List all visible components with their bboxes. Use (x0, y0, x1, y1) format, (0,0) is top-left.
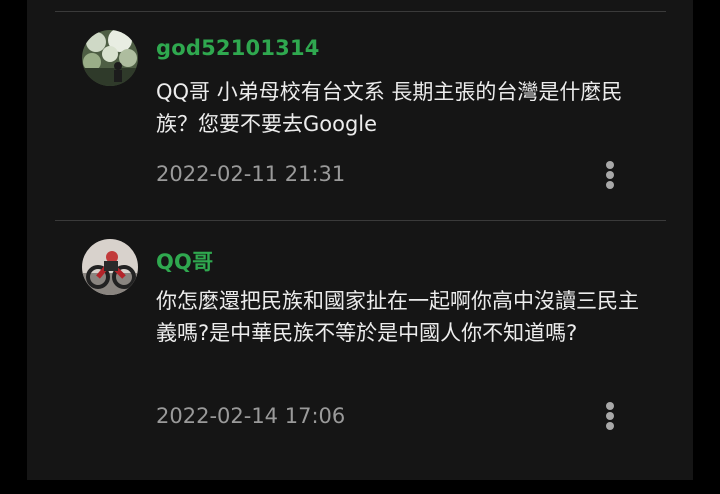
comment-timestamp: 2022-02-14 17:06 (156, 404, 346, 428)
comment-text: QQ哥 小弟母校有台文系 長期主張的台灣是什麼民族？您要不要去Google (156, 80, 623, 136)
username[interactable]: god52101314 (156, 36, 320, 60)
avatar[interactable] (82, 239, 138, 295)
divider (55, 11, 666, 12)
avatar[interactable] (82, 30, 138, 86)
username[interactable]: QQ哥 (156, 246, 213, 276)
divider (55, 220, 666, 221)
comment-text: 你怎麼還把民族和國家扯在一起啊你高中沒讀三民主義嗎?是中華民族不等於是中國人你不… (156, 289, 639, 345)
more-vertical-icon[interactable] (598, 401, 622, 431)
comment-timestamp: 2022-02-11 21:31 (156, 162, 346, 186)
more-vertical-icon[interactable] (598, 160, 622, 190)
